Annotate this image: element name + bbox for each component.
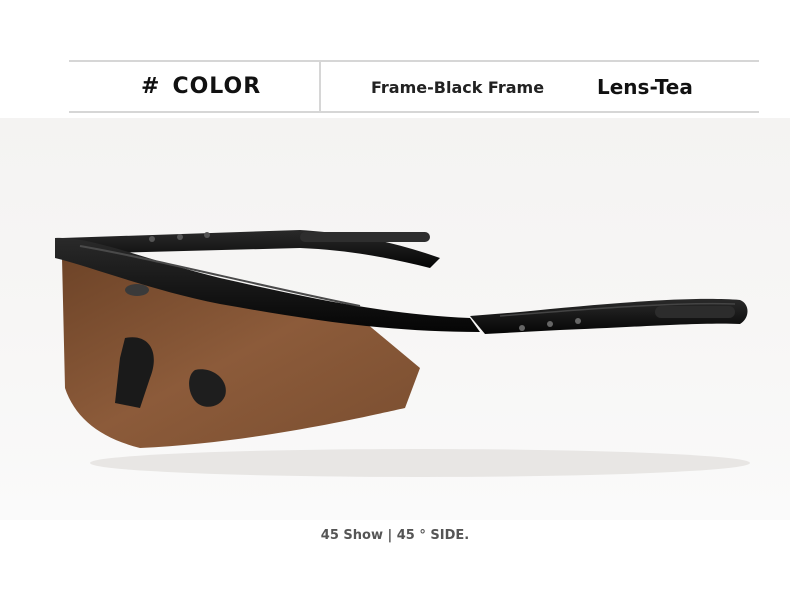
front-arm-rubber bbox=[655, 306, 735, 318]
view-caption: 45 Show | 45 ° SIDE. bbox=[320, 528, 470, 543]
shadow bbox=[90, 449, 750, 477]
product-photo bbox=[0, 118, 790, 520]
frame-color-label: Frame-Black Frame bbox=[371, 78, 545, 97]
color-header: # COLOR Frame-Black Frame Lens-Tea bbox=[69, 60, 759, 113]
lens-color-label: Lens-Tea bbox=[597, 75, 693, 99]
hash-symbol: # bbox=[141, 74, 161, 99]
frame-vent bbox=[125, 284, 149, 296]
color-title: # COLOR bbox=[141, 74, 261, 99]
sunglasses-icon bbox=[55, 230, 750, 477]
color-title-text: COLOR bbox=[172, 74, 262, 99]
header-divider bbox=[319, 62, 321, 111]
